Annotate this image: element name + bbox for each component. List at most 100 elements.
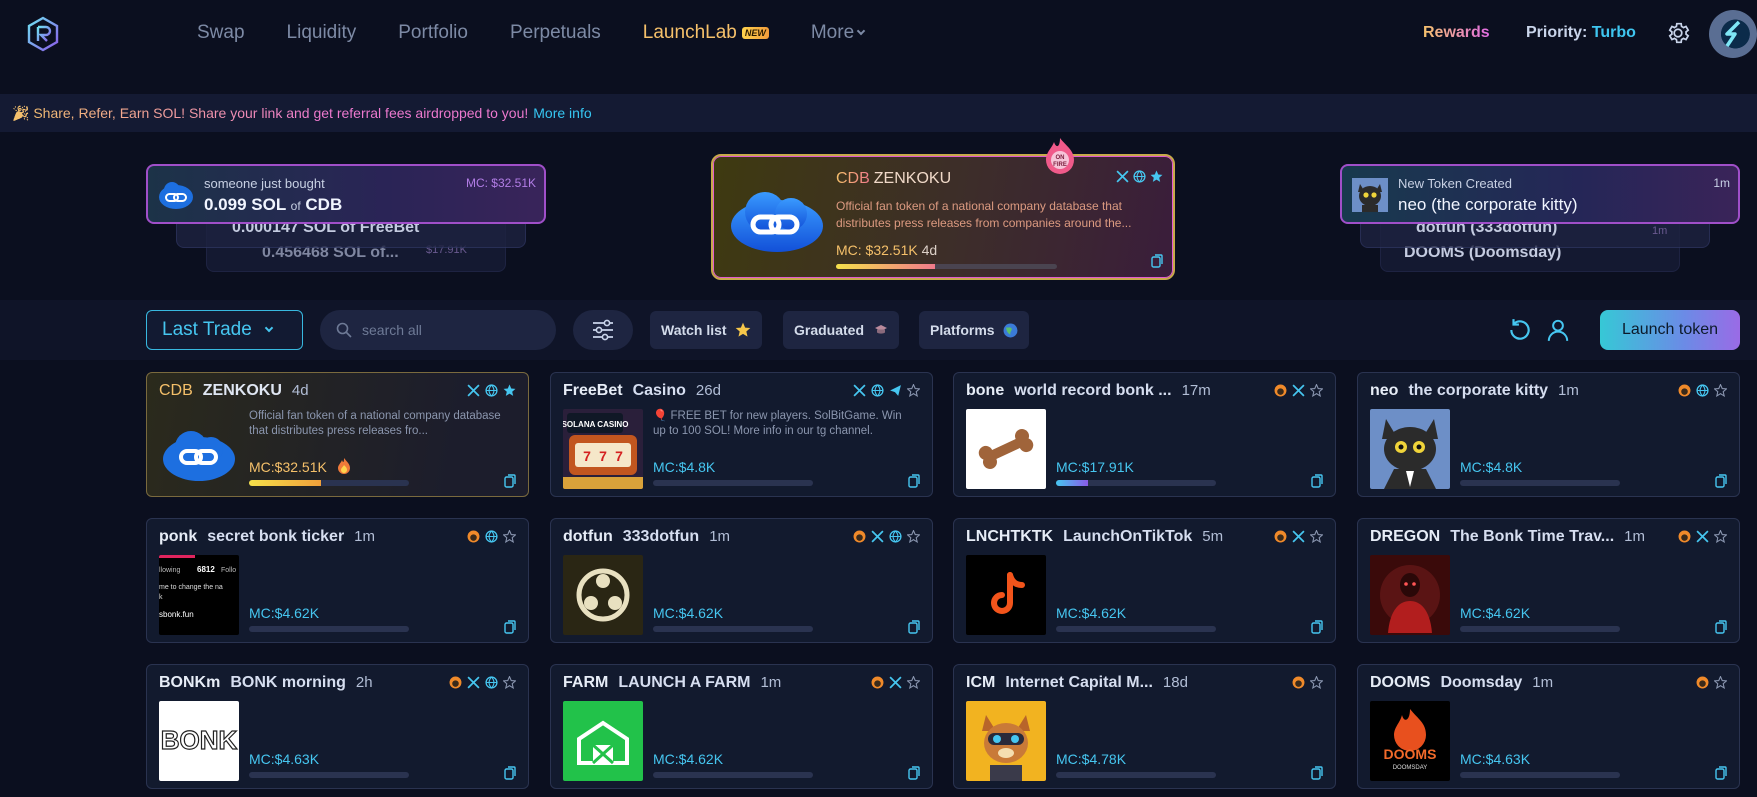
star-filled-icon[interactable] xyxy=(503,384,516,397)
token-market-cap: MC:$32.51K xyxy=(249,459,327,475)
nav-perpetuals[interactable]: Perpetuals xyxy=(510,22,601,44)
recent-buy-ticker[interactable]: someone just bought 0.099 SOL of CDB MC:… xyxy=(146,164,546,224)
copy-icon[interactable] xyxy=(1311,474,1323,488)
token-progress-bar xyxy=(1460,480,1620,486)
token-card[interactable]: FARM LAUNCH A FARM 1m MC:$4.62K xyxy=(550,664,933,789)
globe-icon[interactable] xyxy=(485,530,498,543)
user-icon[interactable] xyxy=(1545,317,1571,343)
copy-icon[interactable] xyxy=(908,474,920,488)
token-card[interactable]: LNCHTKTK LaunchOnTikTok 5m MC:$4.62K xyxy=(953,518,1336,643)
rewards-link[interactable]: Rewards xyxy=(1423,24,1490,42)
token-socials xyxy=(1696,676,1727,689)
raydium-logo[interactable] xyxy=(26,16,60,52)
token-name: Casino xyxy=(632,382,686,399)
filter-settings-button[interactable] xyxy=(573,310,633,350)
wallet-avatar[interactable] xyxy=(1709,10,1757,58)
copy-icon[interactable] xyxy=(1311,766,1323,780)
copy-icon[interactable] xyxy=(1311,620,1323,634)
nav-portfolio[interactable]: Portfolio xyxy=(398,22,468,44)
svg-text:7: 7 xyxy=(583,448,591,464)
copy-icon[interactable] xyxy=(908,766,920,780)
x-icon[interactable] xyxy=(1116,170,1129,183)
token-card[interactable]: ponk secret bonk ticker 1m llowing 6812 … xyxy=(146,518,529,643)
x-icon[interactable] xyxy=(467,676,480,689)
star-icon[interactable] xyxy=(1714,530,1727,543)
token-card[interactable]: FreeBet Casino 26d 7 7 7 SOLANA CASINO 🎈… xyxy=(550,372,933,497)
refresh-icon[interactable] xyxy=(1507,317,1533,343)
star-icon[interactable] xyxy=(1310,530,1323,543)
token-image-casino: 7 7 7 SOLANA CASINO xyxy=(563,409,643,489)
on-fire-badge-icon: ON FIRE xyxy=(1046,138,1074,174)
nav-launchlab[interactable]: LaunchLab NEW xyxy=(643,22,769,44)
image-text: k xyxy=(159,594,163,601)
token-age: 1m xyxy=(1558,382,1579,399)
copy-icon[interactable] xyxy=(1715,474,1727,488)
telegram-icon[interactable] xyxy=(889,384,902,397)
star-filled-icon[interactable] xyxy=(1150,170,1163,183)
star-icon[interactable] xyxy=(1714,676,1727,689)
globe-icon[interactable] xyxy=(485,676,498,689)
x-icon[interactable] xyxy=(467,384,480,397)
token-market-cap: MC:$4.8K xyxy=(653,459,716,475)
ticker-time: 1m xyxy=(1713,176,1730,190)
token-progress-bar xyxy=(249,480,409,486)
cloud-link-icon xyxy=(159,182,193,209)
token-card[interactable]: ICM Internet Capital M... 18d MC:$4.78K xyxy=(953,664,1336,789)
copy-icon[interactable] xyxy=(908,620,920,634)
token-card[interactable]: bone world record bonk ... 17m MC:$17.91… xyxy=(953,372,1336,497)
token-name: 333dotfun xyxy=(622,528,700,545)
x-icon[interactable] xyxy=(1292,530,1305,543)
copy-icon[interactable] xyxy=(504,620,516,634)
nav-liquidity[interactable]: Liquidity xyxy=(287,22,357,44)
banner-more-info-link[interactable]: More info xyxy=(533,105,591,121)
image-text: DOOMS xyxy=(1384,746,1437,762)
copy-icon[interactable] xyxy=(504,474,516,488)
x-icon[interactable] xyxy=(1696,530,1709,543)
x-icon[interactable] xyxy=(871,530,884,543)
copy-icon[interactable] xyxy=(1715,620,1727,634)
token-card[interactable]: DREGON The Bonk Time Trav... 1m MC:$4.62… xyxy=(1357,518,1740,643)
globe-icon[interactable] xyxy=(871,384,884,397)
nav-swap[interactable]: Swap xyxy=(197,22,245,44)
token-card[interactable]: DOOMS Doomsday 1m DOOMS DOOMSDAY MC:$4.6… xyxy=(1357,664,1740,789)
search-input[interactable] xyxy=(362,322,532,338)
cloud-link-icon xyxy=(731,192,823,252)
launch-token-button[interactable]: Launch token xyxy=(1600,310,1740,350)
graduated-chip[interactable]: Graduated xyxy=(783,311,900,349)
token-card[interactable]: CDB ZENKOKU 4d Official fan token of a n… xyxy=(146,372,529,497)
token-progress-bar xyxy=(1460,626,1620,632)
nav-more[interactable]: More xyxy=(811,22,866,44)
x-icon[interactable] xyxy=(1292,384,1305,397)
star-icon[interactable] xyxy=(503,530,516,543)
copy-icon[interactable] xyxy=(1151,254,1163,268)
new-token-ticker[interactable]: New Token Created neo (the corporate kit… xyxy=(1340,164,1740,224)
featured-token-card[interactable]: CDB ZENKOKU Official fan token of a natio… xyxy=(711,154,1175,280)
token-card[interactable]: neo the corporate kitty 1m MC:$4.8K xyxy=(1357,372,1740,497)
x-icon[interactable] xyxy=(889,676,902,689)
star-icon[interactable] xyxy=(907,676,920,689)
top-navbar: Swap Liquidity Portfolio Perpetuals Laun… xyxy=(0,0,1757,70)
ticker-of: of xyxy=(290,199,301,213)
star-icon[interactable] xyxy=(1310,676,1323,689)
globe-icon[interactable] xyxy=(889,530,902,543)
star-icon[interactable] xyxy=(1310,384,1323,397)
star-icon[interactable] xyxy=(503,676,516,689)
token-card[interactable]: BONKm BONK morning 2h BONK MC:$4.63K xyxy=(146,664,529,789)
graduated-label: Graduated xyxy=(794,322,865,338)
globe-icon[interactable] xyxy=(1133,170,1146,183)
globe-icon[interactable] xyxy=(485,384,498,397)
star-icon[interactable] xyxy=(907,384,920,397)
star-icon[interactable] xyxy=(907,530,920,543)
platforms-chip[interactable]: Platforms xyxy=(919,311,1029,349)
watchlist-chip[interactable]: Watch list xyxy=(650,311,762,349)
gear-icon[interactable] xyxy=(1665,20,1691,46)
copy-icon[interactable] xyxy=(504,766,516,780)
x-icon[interactable] xyxy=(853,384,866,397)
platform-bonk-icon xyxy=(449,676,462,689)
sort-select[interactable]: Last Trade xyxy=(146,310,303,350)
token-card[interactable]: dotfun 333dotfun 1m MC:$4.62K xyxy=(550,518,933,643)
globe-icon[interactable] xyxy=(1696,384,1709,397)
star-icon[interactable] xyxy=(1714,384,1727,397)
priority-setting[interactable]: Priority: Turbo xyxy=(1526,24,1636,42)
copy-icon[interactable] xyxy=(1715,766,1727,780)
